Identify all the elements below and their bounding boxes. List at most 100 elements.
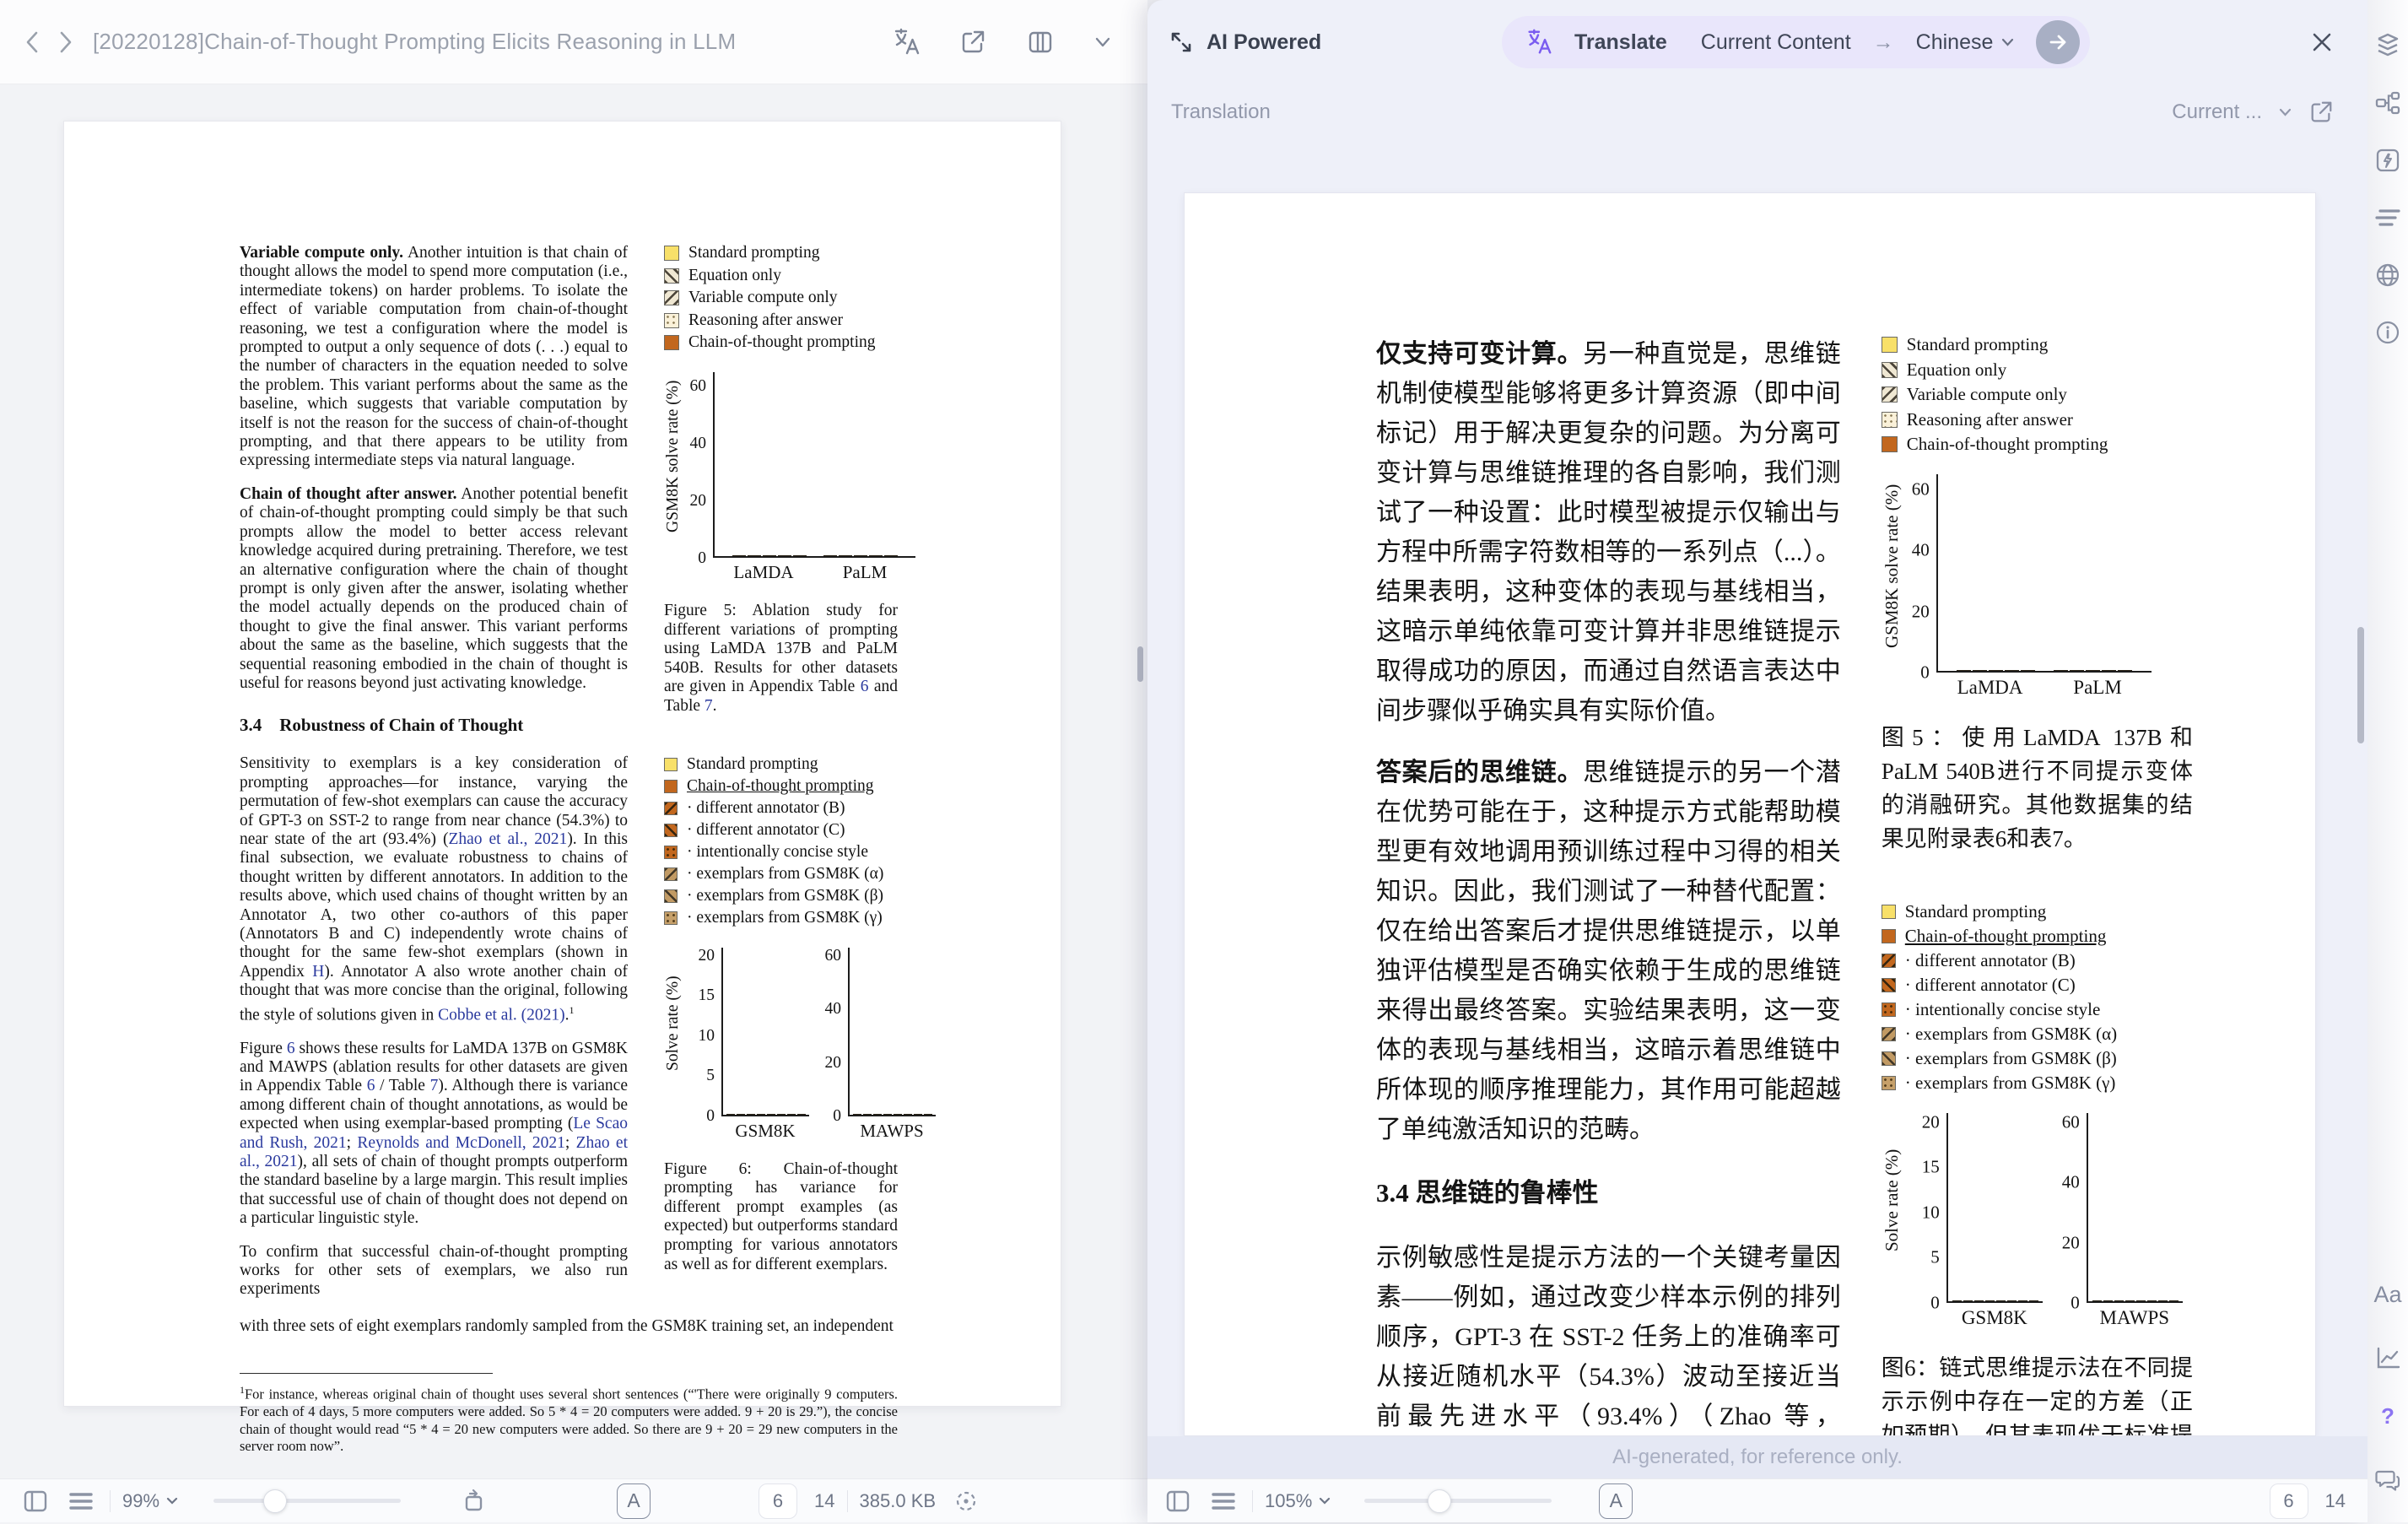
feedback-button[interactable] xyxy=(2373,1465,2403,1495)
zoom-slider-thumb[interactable] xyxy=(263,1489,287,1513)
flash-button[interactable] xyxy=(2373,145,2403,176)
help-button[interactable]: ? xyxy=(2373,1401,2403,1431)
chevron-down-icon xyxy=(1095,37,1110,47)
legend-label: · exemplars from GSM8K (γ) xyxy=(1905,1073,2116,1094)
zoom-select[interactable]: 99% xyxy=(122,1490,178,1512)
bar xyxy=(894,1114,902,1115)
y-axis: 0204060 xyxy=(819,948,848,1116)
chevron-down-icon xyxy=(2001,38,2014,46)
bar xyxy=(823,555,837,556)
run-translate-button[interactable] xyxy=(2036,20,2080,64)
open-translation-external-icon[interactable] xyxy=(2308,100,2334,125)
target-language-select[interactable]: Chinese xyxy=(1916,30,2015,55)
legend-label: Reasoning after answer xyxy=(1907,409,2073,430)
expand-icon[interactable] xyxy=(1169,30,1193,54)
legend-swatch xyxy=(664,268,679,284)
legend-item: Reasoning after answer xyxy=(1882,409,2193,430)
figure5-legend: Standard promptingEquation onlyVariable … xyxy=(664,244,898,352)
bar xyxy=(793,555,807,556)
legend-item: · intentionally concise style xyxy=(1882,999,2193,1020)
split-view-button[interactable] xyxy=(1024,26,1056,58)
flash-icon xyxy=(2375,148,2400,173)
y-tick: 20 xyxy=(699,947,715,964)
mindmap-icon xyxy=(2375,91,2400,115)
back-button[interactable] xyxy=(15,25,49,59)
zoom-slider[interactable] xyxy=(1364,1499,1552,1503)
summary-button[interactable] xyxy=(2373,203,2403,233)
mindmap-button[interactable] xyxy=(2373,88,2403,118)
citation-link[interactable]: 6 xyxy=(367,1077,375,1094)
paragraph-sensitivity: Sensitivity to exemplars is a key consid… xyxy=(240,754,628,1024)
legend-swatch xyxy=(664,313,679,328)
sidebar-toggle-button[interactable] xyxy=(1161,1484,1195,1518)
y-tick: 60 xyxy=(825,947,842,964)
open-external-button[interactable] xyxy=(957,26,989,58)
current-page-input[interactable]: 6 xyxy=(759,1483,797,1519)
rotate-icon xyxy=(461,1489,486,1514)
legend-label: · exemplars from GSM8K (α) xyxy=(1905,1024,2117,1045)
legend-swatch xyxy=(664,758,678,771)
sidebar-toggle-button[interactable] xyxy=(19,1484,52,1518)
citation-link[interactable]: 7 xyxy=(430,1077,439,1094)
chevron-right-icon xyxy=(62,33,70,51)
font-settings-button[interactable]: Aa xyxy=(2373,1279,2403,1310)
stats-button[interactable] xyxy=(2373,1343,2403,1374)
citation-link[interactable]: 6 xyxy=(287,1040,295,1057)
direction-arrow: → xyxy=(1873,30,1894,55)
zoom-slider-thumb[interactable] xyxy=(1428,1489,1451,1513)
translation-scope-select[interactable]: Current ... xyxy=(2172,100,2262,124)
legend-item: · different annotator (C) xyxy=(664,821,898,840)
bar xyxy=(924,1114,932,1115)
zoom-select[interactable]: 105% xyxy=(1265,1490,1331,1512)
y-tick: 20 xyxy=(1922,1113,1940,1131)
legend-label: · exemplars from GSM8K (β) xyxy=(687,887,883,905)
legend-label: · different annotator (B) xyxy=(1905,950,2076,971)
info-button[interactable] xyxy=(2373,317,2403,348)
bar xyxy=(777,1114,786,1115)
citation-link[interactable]: Zhao et al., 2021 xyxy=(448,830,567,848)
x-category-label: LaMDA xyxy=(713,562,814,583)
translated-page: 仅支持可变计算。另一种直觉是，思维链机制使模型能够将更多计算资源（即中间标记）用… xyxy=(1184,192,2316,1436)
translate-scope[interactable]: Current Content xyxy=(1701,30,1851,55)
current-page-input[interactable]: 6 xyxy=(2270,1483,2308,1519)
legend-swatch xyxy=(1882,905,1896,919)
forward-button[interactable] xyxy=(49,25,83,59)
focus-mode-button[interactable] xyxy=(949,1484,983,1518)
thumbnails-button[interactable] xyxy=(64,1484,98,1518)
y-tick: 15 xyxy=(699,987,715,1004)
x-category-label: MAWPS xyxy=(848,1121,936,1142)
translate-icon xyxy=(1524,28,1552,57)
document-viewport[interactable]: Variable compute only. Another intuition… xyxy=(0,84,1147,1478)
citation-link[interactable]: Cobbe et al. (2021) xyxy=(438,1006,565,1024)
translated-text-column: 仅支持可变计算。另一种直觉是，思维链机制使模型能够将更多计算资源（即中间标记）用… xyxy=(1376,334,1841,1436)
citation-link[interactable]: 6 xyxy=(861,678,869,695)
layers-button[interactable] xyxy=(2373,30,2403,61)
y-tick: 5 xyxy=(706,1067,715,1084)
text-mode-button[interactable]: A xyxy=(617,1483,651,1519)
left-scrollbar[interactable] xyxy=(1137,646,1143,682)
translation-scrollbar[interactable] xyxy=(2357,627,2364,743)
legend-label: Variable compute only xyxy=(688,289,838,307)
text-mode-button[interactable]: A xyxy=(1599,1483,1633,1519)
legend-item: Standard prompting xyxy=(664,755,898,774)
citation-link[interactable]: H xyxy=(312,963,324,981)
bar xyxy=(2070,670,2084,671)
thumbnails-button[interactable] xyxy=(1207,1484,1240,1518)
zh-paragraph-variable-compute: 仅支持可变计算。另一种直觉是，思维链机制使模型能够将更多计算资源（即中间标记）用… xyxy=(1376,334,1841,731)
legend-swatch xyxy=(1882,386,1898,403)
citation-link[interactable]: Reynolds and McDonell, 2021 xyxy=(357,1134,565,1152)
view-options-button[interactable] xyxy=(1092,26,1114,58)
legend-item: · different annotator (C) xyxy=(1882,975,2193,996)
bar xyxy=(726,1114,735,1115)
close-panel-button[interactable] xyxy=(2307,27,2337,57)
zoom-slider[interactable] xyxy=(213,1499,401,1503)
bar xyxy=(2103,1300,2113,1301)
web-translate-button[interactable] xyxy=(2373,260,2403,290)
rotate-page-button[interactable] xyxy=(456,1484,490,1518)
chevron-down-icon[interactable] xyxy=(2279,108,2292,116)
translate-button[interactable] xyxy=(889,26,921,58)
bar xyxy=(797,1114,806,1115)
legend-swatch xyxy=(1882,978,1896,992)
citation-link[interactable]: 7 xyxy=(705,697,713,715)
y-tick: 60 xyxy=(690,378,707,395)
